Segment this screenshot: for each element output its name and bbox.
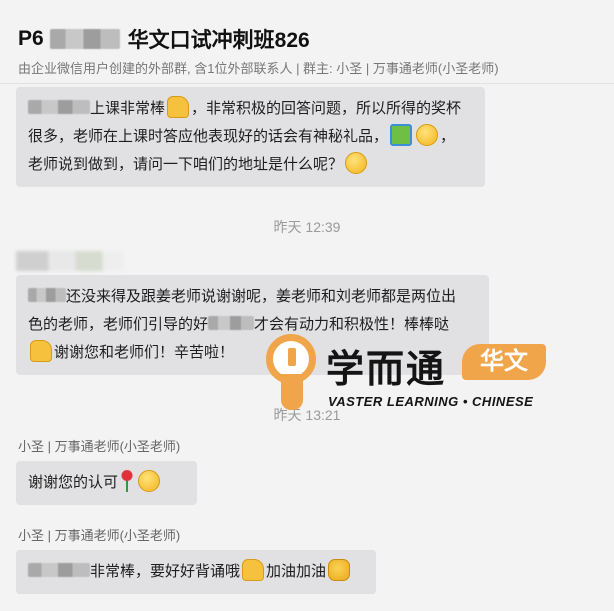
message-line: 上课非常棒 ，非常积极的回答问题，所以所得的奖杯 — [28, 95, 473, 123]
redacted-name — [28, 563, 90, 577]
thumbs-up-icon — [242, 559, 265, 581]
chat-header: P6 华文口试冲刺班826 由企业微信用户创建的外部群, 含1位外部联系人 | … — [0, 0, 614, 84]
group-title-prefix: P6 — [18, 27, 44, 50]
message-bubble[interactable]: 上课非常棒 ，非常积极的回答问题，所以所得的奖杯 很多，老师在上课时答应他表现好的… — [16, 87, 485, 187]
smile-face-icon — [138, 470, 161, 492]
group-title[interactable]: P6 华文口试冲刺班826 — [18, 24, 310, 54]
redacted-name — [28, 100, 90, 114]
timestamp: 昨天 12:39 — [273, 219, 341, 235]
lightbulb-logo-icon — [262, 334, 318, 414]
group-title-suffix: 华文口试冲刺班826 — [127, 29, 310, 52]
sender-name[interactable]: 小圣 | 万事通老师(小圣老师) — [18, 436, 180, 455]
group-subtitle: 由企业微信用户创建的外部群, 含1位外部联系人 | 群主: 小圣 | 万事通老师… — [18, 61, 499, 76]
brand-name: 学而通 — [326, 347, 447, 391]
rose-icon — [120, 470, 135, 492]
brand-watermark: 学而通 华文 VASTER LEARNING • CHINESE — [262, 334, 552, 428]
message-line: 老师说到做到，请问一下咱们的地址是什么呢？ — [28, 151, 473, 179]
redacted-name — [208, 316, 255, 330]
thinking-face-icon — [416, 124, 439, 146]
thumbs-up-icon — [167, 96, 190, 118]
fist-icon — [328, 559, 351, 581]
gift-icon — [390, 124, 413, 146]
brand-badge: 华文 — [462, 344, 546, 380]
message-bubble[interactable]: 非常棒，要好好背诵哦 加油加油 — [16, 550, 376, 594]
redacted-name — [49, 29, 120, 49]
brand-tagline: VASTER LEARNING • CHINESE — [328, 394, 534, 409]
sender-name[interactable]: 小圣 | 万事通老师(小圣老师) — [18, 525, 180, 544]
redacted-sender — [16, 251, 124, 271]
hug-face-icon — [345, 152, 368, 174]
redacted-name — [28, 288, 66, 302]
message-line: 很多，老师在上课时答应他表现好的话会有神秘礼品，， — [28, 123, 473, 151]
thumbs-up-icon — [30, 340, 52, 362]
message-bubble[interactable]: 谢谢您的认可 — [16, 461, 197, 505]
message-line: 还没来得及跟姜老师说谢谢呢，姜老师和刘老师都是两位出 — [28, 283, 477, 311]
